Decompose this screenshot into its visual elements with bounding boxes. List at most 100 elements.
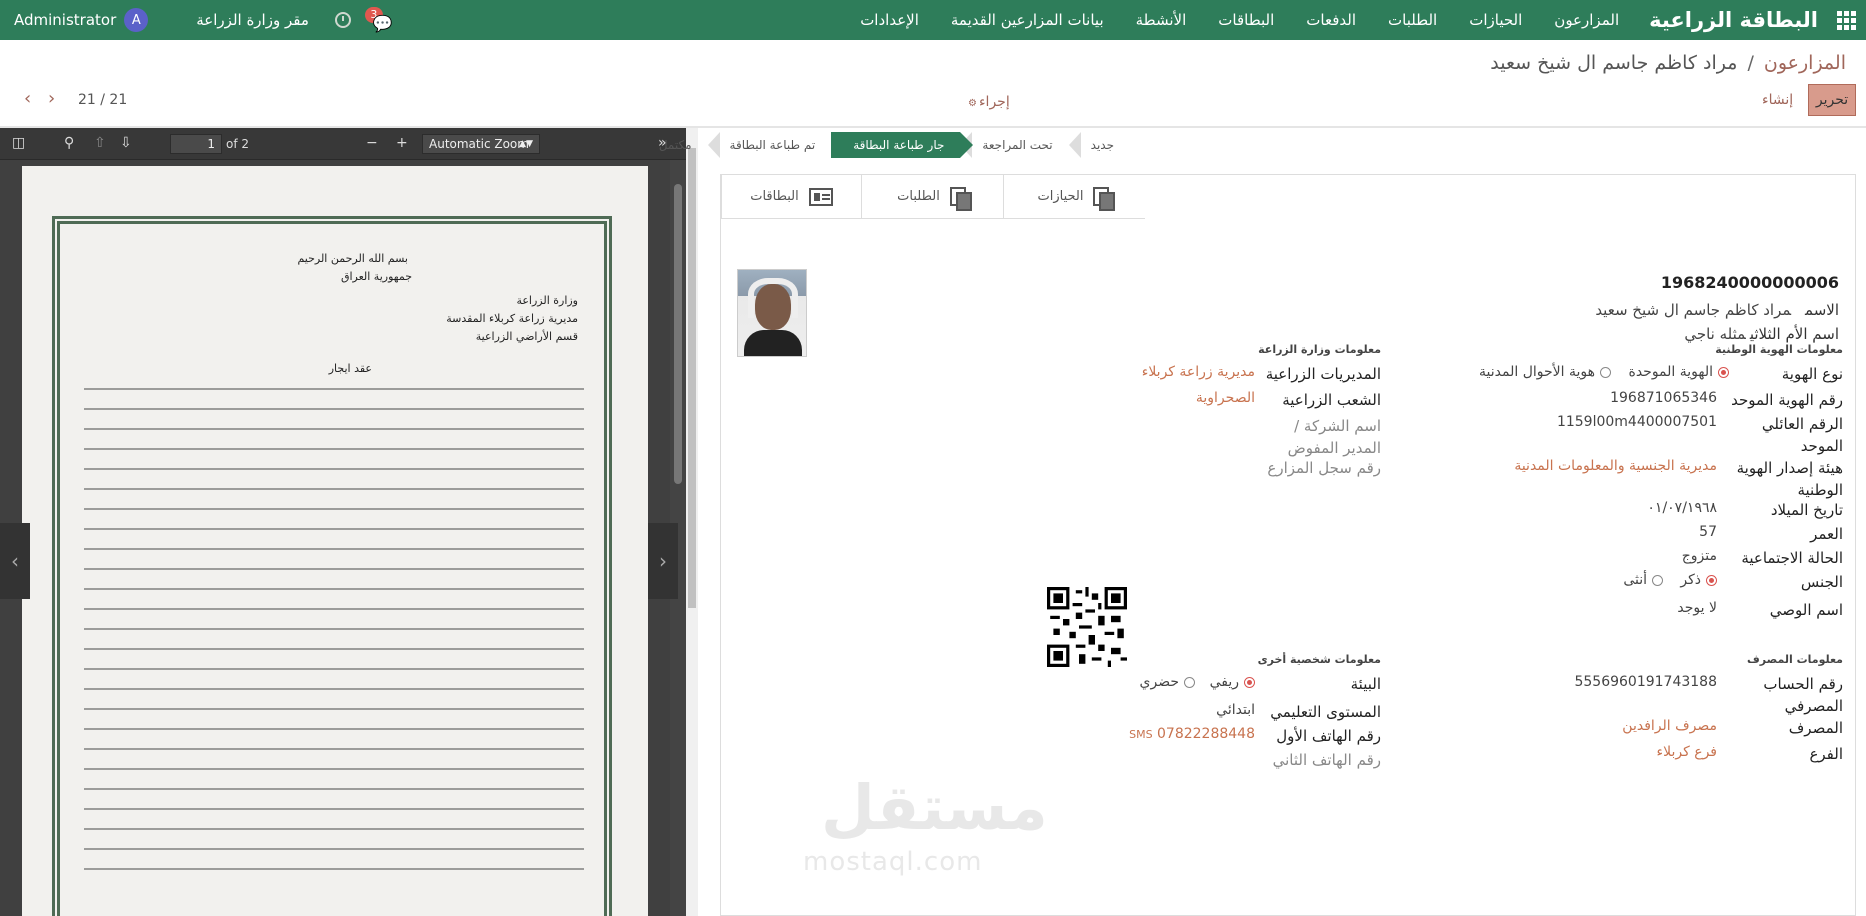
environment-radio-rural[interactable]: ريفي — [1210, 671, 1255, 693]
directorate-label: المديريات الزراعية — [1265, 365, 1381, 383]
personal-title: معلومات شخصية أخرى — [1257, 653, 1381, 666]
status-printing[interactable]: جار طباعة البطاقة — [831, 132, 974, 158]
status-under-review[interactable]: تحت المراجعة — [960, 132, 1068, 158]
zoom-value: Automatic Zoom — [429, 137, 529, 151]
pdf-prev-arrow-icon[interactable]: ‹ — [0, 523, 30, 599]
next-page-icon[interactable]: ⇩ — [120, 135, 132, 151]
zoom-out-icon[interactable]: − — [366, 135, 378, 151]
prev-page-icon[interactable]: ⇧ — [94, 135, 106, 151]
avatar[interactable]: A — [124, 8, 149, 32]
branch-value[interactable]: فرع كربلاء — [1657, 741, 1717, 763]
requests-smart-button[interactable]: الطلبات — [861, 175, 1003, 219]
breadcrumb-parent-link[interactable]: المزارعون — [1764, 52, 1846, 74]
chat-icon: 💬 — [372, 14, 393, 33]
status-steps: جديد تحت المراجعة جار طباعة البطاقة تم ط… — [637, 130, 1130, 160]
cards-label: البطاقات — [750, 189, 799, 204]
menu-settings[interactable]: الإعدادات — [844, 11, 935, 29]
farmer-photo[interactable] — [737, 269, 807, 357]
directorate-value[interactable]: مديرية زراعة كربلاء — [1142, 361, 1255, 383]
top-navbar: البطاقة الزراعية المزارعون الحيازات الطل… — [0, 0, 1866, 40]
menu-payments[interactable]: الدفعات — [1290, 11, 1372, 29]
unified-id-label: رقم الهوية الموحد — [1731, 391, 1843, 409]
search-icon[interactable]: ⚲ — [64, 135, 74, 151]
bank-account-label: رقم الحساب المصرفي — [1763, 675, 1843, 715]
education-value[interactable]: ابتدائي — [1216, 699, 1255, 721]
activity-clock-icon[interactable] — [334, 12, 351, 28]
sms-link[interactable]: SMS — [1129, 728, 1152, 741]
pdf-viewer: ◫ ⚲ ⇧ ⇩ 1 of 2 − + Automatic Zoom ▲▼ » بس… — [0, 128, 686, 916]
form-scrollbar[interactable] — [686, 128, 698, 916]
menu-holdings[interactable]: الحيازات — [1453, 11, 1538, 29]
sidebar-toggle-icon[interactable]: ◫ — [12, 135, 25, 151]
doc-contract-title: عقد ايجار — [328, 362, 372, 375]
pager-prev-button[interactable]: ‹ — [24, 88, 31, 109]
chevron-down-icon: ▲▼ — [519, 139, 533, 149]
name-field: الاسم مراد كاظم جاسم ال شيخ سعيد — [1595, 301, 1839, 319]
smart-button-row: البطاقات الطلبات الحيازات — [721, 175, 1145, 219]
status-printed[interactable]: تم طباعة البطاقة — [707, 132, 832, 158]
dob-value[interactable]: ٠١/٠٧/١٩٦٨ — [1647, 497, 1717, 519]
id-issuer-value[interactable]: مديرية الجنسية والمعلومات المدنية — [1514, 455, 1717, 477]
farmer-id-number: 1968240000000006 — [1660, 273, 1839, 292]
name-value[interactable]: مراد كاظم جاسم ال شيخ سعيد — [1595, 301, 1791, 319]
education-label: المستوى التعليمي — [1270, 703, 1381, 721]
status-new[interactable]: جديد — [1068, 132, 1130, 158]
id-type-radio-civil[interactable]: هوية الأحوال المدنية — [1479, 361, 1611, 383]
pdf-toolbar: ◫ ⚲ ⇧ ⇩ 1 of 2 − + Automatic Zoom ▲▼ » — [0, 128, 686, 160]
id-card-icon — [808, 187, 833, 206]
action-menu[interactable]: ⚙ إجراء — [968, 94, 1010, 110]
menu-cards[interactable]: البطاقات — [1202, 11, 1290, 29]
unified-id-value[interactable]: 196871065346 — [1610, 387, 1717, 409]
pdf-next-arrow-icon[interactable]: › — [648, 523, 678, 599]
edit-button[interactable]: تحرير — [1808, 84, 1856, 116]
id-type-radio-unified[interactable]: الهوية الموحدة — [1628, 361, 1729, 383]
name-label: الاسم — [1805, 301, 1839, 319]
mother-label: اسم الأم الثلاثي — [1749, 325, 1839, 343]
gender-label: الجنس — [1800, 573, 1843, 591]
marital-value[interactable]: متزوج — [1682, 545, 1717, 567]
holdings-smart-button[interactable]: الحيازات — [1003, 175, 1145, 219]
create-button[interactable]: إنشاء — [1762, 92, 1793, 108]
breadcrumb: المزارعون / مراد كاظم جاسم ال شيخ سعيد — [1490, 52, 1846, 74]
messaging-menu[interactable]: 3 💬 — [364, 5, 399, 35]
dob-label: تاريخ الميلاد — [1770, 501, 1843, 519]
zoom-select[interactable]: Automatic Zoom ▲▼ — [422, 134, 540, 154]
gear-icon: ⚙ — [968, 98, 977, 109]
family-id-value[interactable]: 1159l00m4400007501 — [1557, 411, 1717, 433]
division-value[interactable]: الصحراوية — [1196, 387, 1255, 409]
page-number-input[interactable]: 1 — [170, 134, 222, 154]
bank-value[interactable]: مصرف الرافدين — [1622, 715, 1717, 737]
gender-radio-female[interactable]: أنثى — [1623, 569, 1663, 591]
pdf-page: بسم الله الرحمن الرحيم جمهورية العراق وز… — [22, 166, 648, 916]
guardian-label: اسم الوصي — [1769, 601, 1843, 619]
watermark-url: mostaql.com — [803, 847, 983, 877]
documents-icon — [1093, 186, 1116, 211]
cards-smart-button[interactable]: البطاقات — [721, 175, 861, 219]
bank-account-value[interactable]: 5556960191743188 — [1574, 671, 1717, 693]
company-switcher[interactable]: مقر وزارة الزراعة — [196, 11, 309, 29]
branch-label: الفرع — [1809, 745, 1843, 763]
status-completed[interactable]: مكتمل — [637, 132, 708, 158]
app-brand[interactable]: البطاقة الزراعية — [1649, 8, 1818, 32]
mother-value[interactable]: مثله ناجي — [1684, 325, 1746, 343]
zoom-in-icon[interactable]: + — [396, 135, 408, 151]
user-name[interactable]: Administrator — [14, 11, 116, 29]
guardian-value[interactable]: لا يوجد — [1677, 597, 1717, 619]
documents-icon — [949, 186, 972, 211]
marital-label: الحالة الاجتماعية — [1741, 549, 1843, 567]
gender-radio-male[interactable]: ذكر — [1680, 569, 1717, 591]
company-manager-label: اسم الشركة / المدير المفوض — [1287, 417, 1381, 457]
page-count: of 2 — [226, 137, 250, 151]
apps-menu-icon[interactable] — [1826, 0, 1866, 40]
phone1-value[interactable]: 07822288448 SMS — [1129, 723, 1255, 746]
pager-value[interactable]: 21 / 21 — [78, 92, 127, 108]
id-type-label: نوع الهوية — [1781, 365, 1843, 383]
menu-requests[interactable]: الطلبات — [1372, 11, 1453, 29]
menu-activities[interactable]: الأنشطة — [1120, 11, 1203, 29]
pager-next-button[interactable]: › — [48, 88, 55, 109]
menu-old-farmers-data[interactable]: بيانات المزارعين القديمة — [935, 11, 1120, 29]
doc-ministry: وزارة الزراعة — [516, 294, 578, 307]
holdings-label: الحيازات — [1037, 189, 1084, 204]
environment-radio-urban[interactable]: حضري — [1140, 671, 1195, 693]
menu-farmers[interactable]: المزارعون — [1538, 11, 1635, 29]
